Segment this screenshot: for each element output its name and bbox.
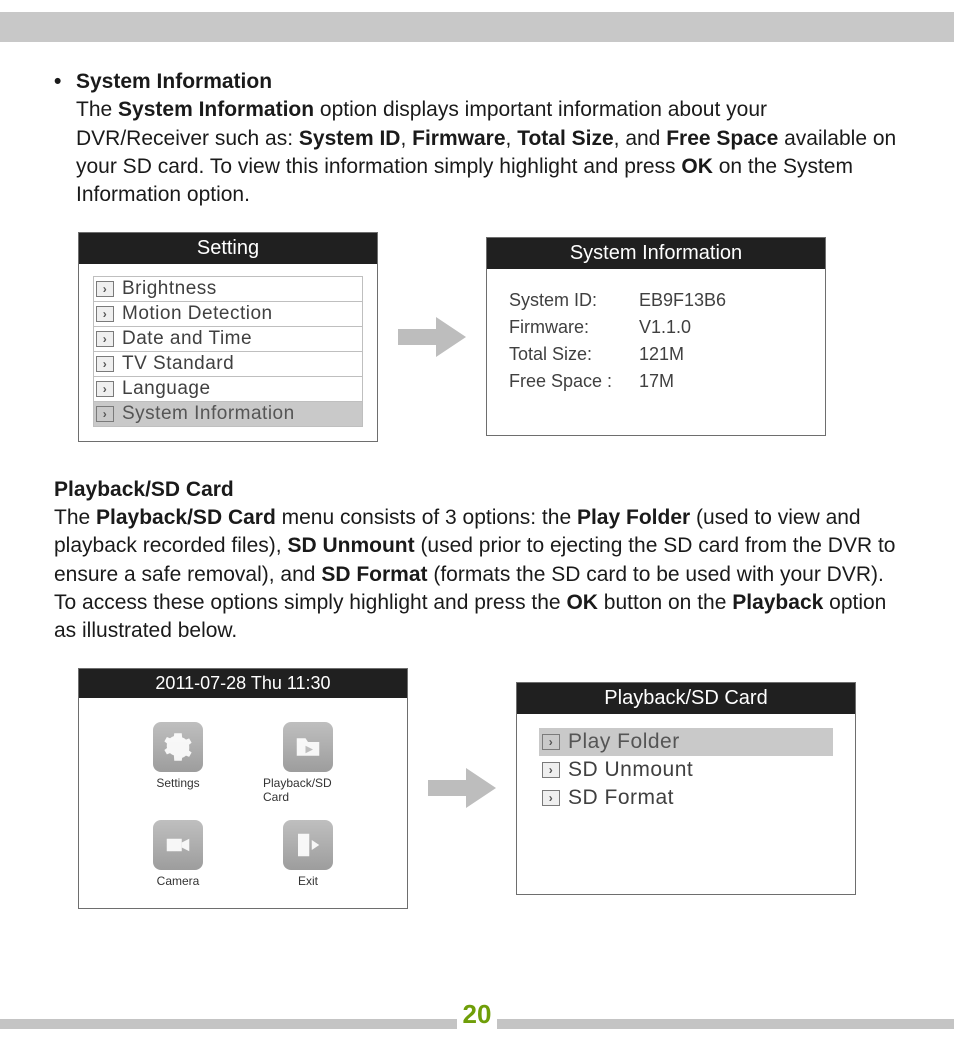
info-value: 17M <box>639 371 803 392</box>
chevron-right-icon: › <box>542 734 560 750</box>
menu-item-label: System Information <box>122 403 295 425</box>
chevron-right-icon: › <box>96 281 114 297</box>
menu-item-sd-format[interactable]: › SD Format <box>539 784 833 812</box>
text: menu consists of 3 options: the <box>276 506 577 529</box>
tile-playback-sdcard[interactable]: Playback/SD Card <box>263 722 353 804</box>
section-title: Playback/SD Card <box>54 478 234 501</box>
tile-camera[interactable]: Camera <box>133 820 223 888</box>
gear-icon <box>153 722 203 772</box>
home-grid: Settings Playback/SD Card Camera <box>79 698 407 908</box>
info-row-total-size: Total Size: 121M <box>509 341 803 368</box>
menu-body: › Play Folder › SD Unmount › SD Format <box>517 714 855 894</box>
menu-item-label: Brightness <box>122 278 217 300</box>
folder-play-icon <box>283 722 333 772</box>
menu-header: Playback/SD Card <box>517 683 855 714</box>
menu-item-language[interactable]: › Language <box>93 377 363 402</box>
section-playback-sdcard: Playback/SD Card The Playback/SD Card me… <box>54 476 900 646</box>
arrow-right-icon <box>426 766 498 810</box>
figure-row-settings-to-sysinfo: Setting › Brightness › Motion Detection … <box>78 232 876 442</box>
menu-item-label: Language <box>122 378 211 400</box>
arrow-right-icon <box>396 315 468 359</box>
camera-icon <box>153 820 203 870</box>
text-bold: SD Unmount <box>287 534 414 557</box>
text: button on the <box>598 591 732 614</box>
menu-item-play-folder[interactable]: › Play Folder <box>539 728 833 756</box>
text-bold: OK <box>681 155 713 178</box>
chevron-right-icon: › <box>96 356 114 372</box>
info-value: EB9F13B6 <box>639 290 803 311</box>
settings-menu: Setting › Brightness › Motion Detection … <box>78 232 378 442</box>
menu-item-label: Date and Time <box>122 328 252 350</box>
chevron-right-icon: › <box>96 331 114 347</box>
menu-item-label: SD Unmount <box>568 758 693 782</box>
chevron-right-icon: › <box>96 406 114 422</box>
menu-item-label: Play Folder <box>568 730 680 754</box>
info-label: System ID: <box>509 290 639 311</box>
chevron-right-icon: › <box>96 381 114 397</box>
page-number: 20 <box>457 999 498 1030</box>
text-bold: OK <box>566 591 598 614</box>
figure-row-home-to-playback: 2011-07-28 Thu 11:30 Settings Playback/S… <box>78 668 876 909</box>
section-body: System Information The System Informatio… <box>76 68 900 210</box>
info-row-free-space: Free Space : 17M <box>509 368 803 395</box>
text-bold: System Information <box>118 98 314 121</box>
info-label: Free Space : <box>509 371 639 392</box>
datetime-bar: 2011-07-28 Thu 11:30 <box>79 669 407 698</box>
text-bold: Total Size <box>517 127 613 150</box>
menu-item-label: SD Format <box>568 786 674 810</box>
tile-label: Playback/SD Card <box>263 776 353 804</box>
menu-header: Setting <box>79 233 377 264</box>
text-bold: Firmware <box>412 127 505 150</box>
chevron-right-icon: › <box>542 790 560 806</box>
menu-header: System Information <box>487 238 825 269</box>
menu-item-label: TV Standard <box>122 353 234 375</box>
exit-icon <box>283 820 333 870</box>
manual-page: • System Information The System Informat… <box>0 0 954 1041</box>
system-information-panel: System Information System ID: EB9F13B6 F… <box>486 237 826 436</box>
section-title: System Information <box>76 70 272 93</box>
menu-item-sd-unmount[interactable]: › SD Unmount <box>539 756 833 784</box>
panel-body: System ID: EB9F13B6 Firmware: V1.1.0 Tot… <box>487 269 825 435</box>
text-bold: SD Format <box>321 563 427 586</box>
menu-body: › Brightness › Motion Detection › Date a… <box>79 264 377 441</box>
info-row-system-id: System ID: EB9F13B6 <box>509 287 803 314</box>
menu-item-brightness[interactable]: › Brightness <box>93 276 363 302</box>
text: , <box>506 127 518 150</box>
home-menu: 2011-07-28 Thu 11:30 Settings Playback/S… <box>78 668 408 909</box>
page-content: • System Information The System Informat… <box>0 42 954 909</box>
menu-item-tv-standard[interactable]: › TV Standard <box>93 352 363 377</box>
tile-label: Settings <box>156 776 199 790</box>
section-system-information: • System Information The System Informat… <box>54 68 900 210</box>
info-value: V1.1.0 <box>639 317 803 338</box>
text: The <box>54 506 96 529</box>
page-footer: 20 <box>0 987 954 1041</box>
menu-item-motion-detection[interactable]: › Motion Detection <box>93 302 363 327</box>
tile-exit[interactable]: Exit <box>263 820 353 888</box>
header-strip <box>0 12 954 42</box>
chevron-right-icon: › <box>96 306 114 322</box>
text: , and <box>614 127 667 150</box>
text-bold: Playback <box>732 591 823 614</box>
text: , <box>400 127 412 150</box>
menu-item-date-time[interactable]: › Date and Time <box>93 327 363 352</box>
text-bold: Play Folder <box>577 506 690 529</box>
info-row-firmware: Firmware: V1.1.0 <box>509 314 803 341</box>
info-label: Firmware: <box>509 317 639 338</box>
text-bold: Playback/SD Card <box>96 506 276 529</box>
text-bold: System ID <box>299 127 401 150</box>
text: The <box>76 98 118 121</box>
info-label: Total Size: <box>509 344 639 365</box>
tile-settings[interactable]: Settings <box>133 722 223 804</box>
info-value: 121M <box>639 344 803 365</box>
menu-item-label: Motion Detection <box>122 303 273 325</box>
playback-sdcard-menu: Playback/SD Card › Play Folder › SD Unmo… <box>516 682 856 895</box>
chevron-right-icon: › <box>542 762 560 778</box>
tile-label: Camera <box>157 874 200 888</box>
bullet: • <box>54 68 76 210</box>
menu-item-system-information[interactable]: › System Information <box>93 402 363 427</box>
tile-label: Exit <box>298 874 318 888</box>
text-bold: Free Space <box>666 127 778 150</box>
